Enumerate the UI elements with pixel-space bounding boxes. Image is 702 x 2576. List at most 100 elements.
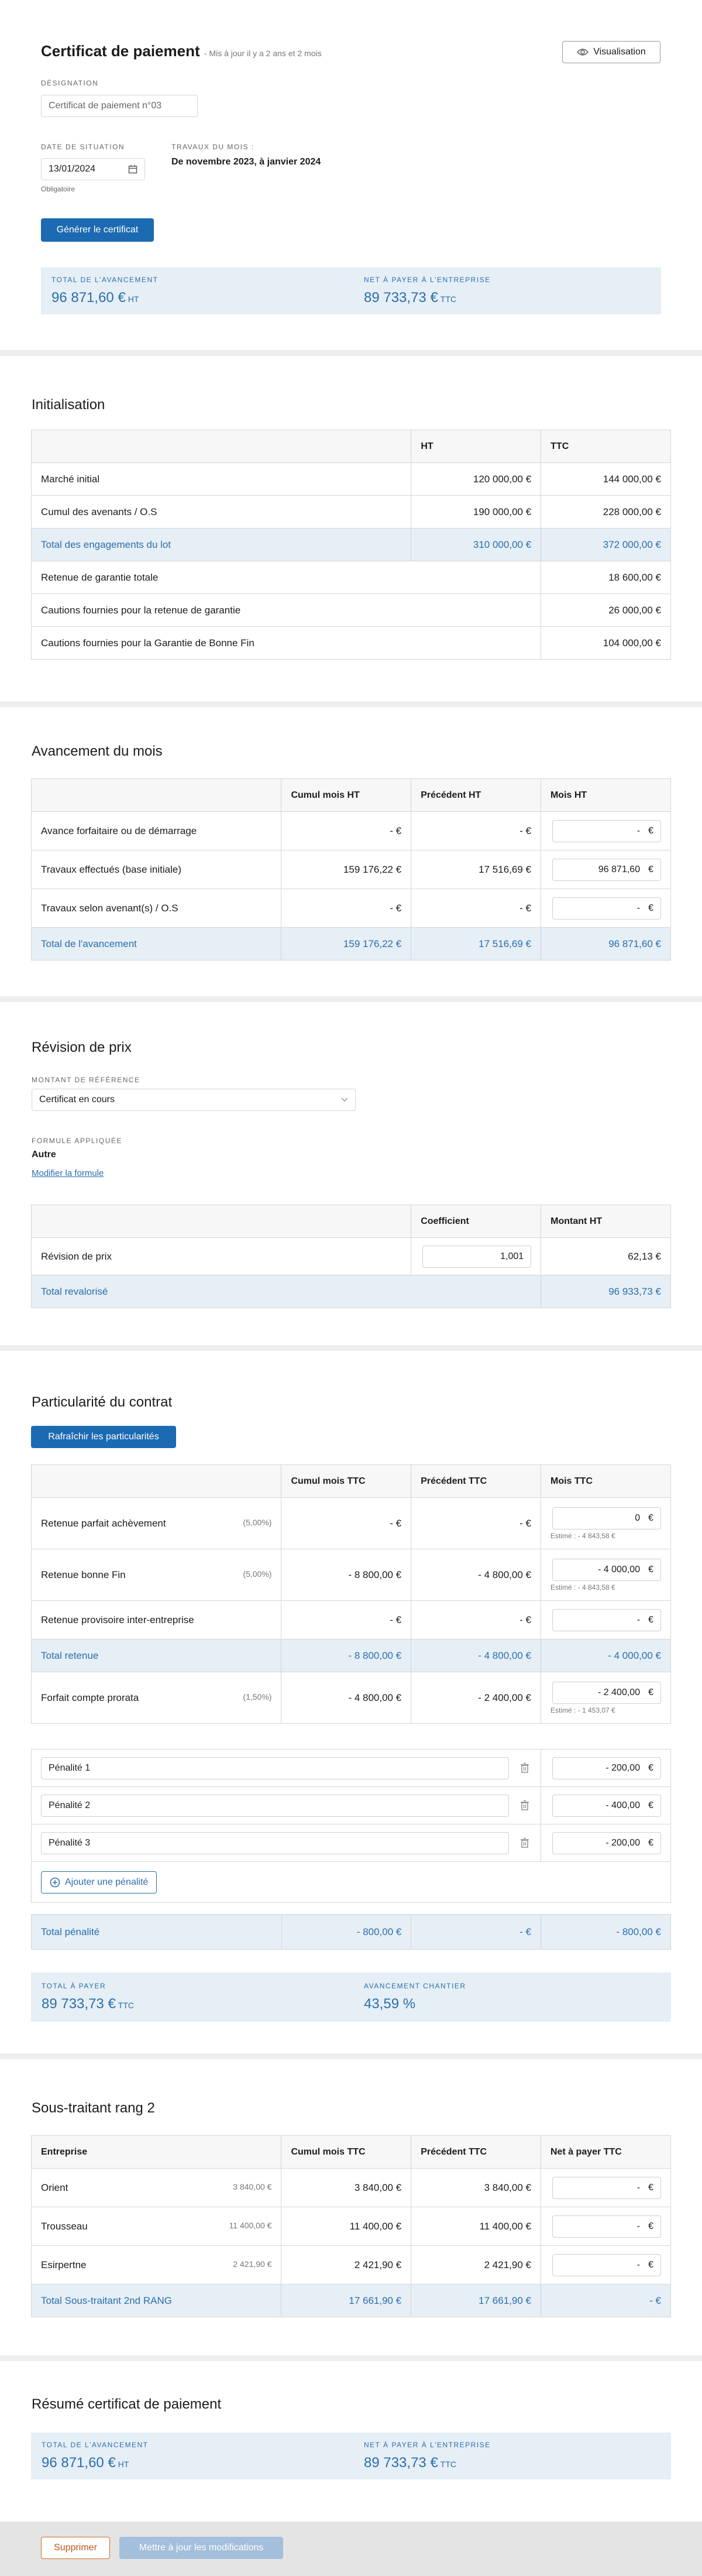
footer-bar: Supprimer Mettre à jour les modification…	[0, 2522, 702, 2576]
total-payer-value: 89 733,73 €	[42, 1996, 116, 2012]
net-payer-label: NET À PAYER À L'ENTREPRISE	[364, 276, 491, 284]
total-avancement-label: TOTAL DE L'AVANCEMENT	[51, 276, 159, 284]
trash-icon[interactable]	[520, 1762, 529, 1773]
refresh-particularites-button[interactable]: Rafraîchir les particularités	[31, 1426, 176, 1448]
section-title: Résumé certificat de paiement	[32, 2396, 222, 2412]
net-payer-input[interactable]: - €	[552, 2215, 661, 2238]
section-title: Initialisation	[32, 397, 105, 413]
initialisation-card: Initialisation HT TTC Marché initial 120…	[0, 356, 702, 701]
table-header: Cumul mois TTC Précédent TTC Mois TTC	[30, 1464, 671, 1498]
soustraitant-table: Entreprise Cumul mois TTC Précédent TTC …	[30, 2135, 672, 2317]
mois-ttc-input[interactable]: 0 €	[552, 1507, 661, 1529]
table-row: Cautions fournies pour la retenue de gar…	[30, 594, 671, 627]
travaux-value: De novembre 2023, à janvier 2024	[171, 157, 321, 167]
penalite-value-input[interactable]: - 200,00 €	[552, 1757, 661, 1779]
mois-ttc-input[interactable]: - 2 400,00 €	[552, 1681, 661, 1704]
table-row: Esirpertne 2 421,90 € 2 421,90 € 2 421,90…	[30, 2245, 672, 2285]
table-row-total: Total Sous-traitant 2nd RANG 17 661,90 €…	[30, 2284, 672, 2317]
total-avancement-label: TOTAL DE L'AVANCEMENT	[42, 2441, 149, 2449]
revision-table: Coefficient Montant HT Révision de prix …	[30, 1205, 671, 1308]
mois-ht-input[interactable]: 96 871,60 €	[552, 858, 661, 881]
page-title: Certificat de paiement - Mis à jour il y…	[41, 42, 322, 60]
penalite-row: Pénalité 1 - 200,00 €	[30, 1749, 671, 1787]
table-row-total: Total retenue - 8 800,00 € - 4 800,00 € …	[30, 1639, 671, 1672]
table-row: Trousseau 11 400,00 € 11 400,00 € 11 400,…	[30, 2207, 672, 2246]
penalite-name-input[interactable]: Pénalité 1	[41, 1757, 509, 1779]
penalite-row: Pénalité 3 - 200,00 €	[30, 1824, 671, 1862]
particularite-table: Cumul mois TTC Précédent TTC Mois TTC Re…	[30, 1464, 671, 1724]
calendar-icon[interactable]	[128, 164, 137, 174]
mois-ht-input[interactable]: - €	[552, 897, 661, 920]
table-row: Avance forfaitaire ou de démarrage - € -…	[30, 811, 672, 850]
avancement-chantier-value: 43,59 %	[364, 1996, 416, 2012]
mois-ttc-input[interactable]: - €	[552, 1608, 661, 1631]
designation-label: DÉSIGNATION	[41, 79, 99, 87]
net-payer-input[interactable]: - €	[552, 2176, 661, 2199]
add-penalite-button[interactable]: Ajouter une pénalité	[41, 1871, 157, 1894]
table-row: Retenue bonne Fin (5,00%) - 8 800,00 € - …	[30, 1549, 671, 1601]
table-row: Cautions fournies pour la Garantie de Bo…	[30, 626, 671, 660]
total-penalite-table: Total pénalité - 800,00 € - € - 800,00 €	[31, 1914, 671, 1950]
particularite-card: Particularité du contrat Rafraîchir les …	[0, 1351, 702, 2053]
table-row: Retenue provisoire inter-entreprise - € …	[30, 1600, 671, 1639]
table-row: Révision de prix 1,001 62,13 €	[30, 1237, 671, 1275]
resume-summary: TOTAL DE L'AVANCEMENT 96 871,60 € HT NET …	[31, 2433, 671, 2479]
particularite-summary: TOTAL À PAYER 89 733,73 € TTC AVANCEMENT …	[31, 1973, 671, 2022]
net-payer-label: NET À PAYER À L'ENTREPRISE	[364, 2441, 491, 2449]
section-title: Particularité du contrat	[32, 1394, 173, 1410]
resume-card: Résumé certificat de paiement TOTAL DE L…	[0, 2361, 702, 2522]
mois-ht-input[interactable]: - €	[552, 819, 661, 842]
coefficient-input[interactable]: 1,001	[422, 1245, 532, 1268]
table-row: Cumul des avenants / O.S 190 000,00 € 22…	[30, 495, 671, 529]
total-avancement-value: 96 871,60 €	[42, 2455, 116, 2471]
table-header: HT TTC	[30, 430, 671, 463]
date-input[interactable]: 13/01/2024	[41, 158, 145, 180]
date-label: DATE DE SITUATION	[41, 143, 125, 151]
table-row: Retenue de garantie totale 18 600,00 €	[30, 561, 671, 594]
formule-label: FORMULE APPLIQUÉE	[32, 1137, 122, 1145]
penalite-name-input[interactable]: Pénalité 3	[41, 1831, 509, 1854]
update-button[interactable]: Mettre à jour les modifications	[119, 2537, 283, 2559]
penalite-row: Pénalité 2 - 400,00 €	[30, 1786, 671, 1824]
table-header: Coefficient Montant HT	[30, 1205, 671, 1238]
date-required-text: Obligatoire	[41, 185, 75, 193]
add-penalite-row: Ajouter une pénalité	[31, 1861, 671, 1903]
net-payer-input[interactable]: - €	[552, 2253, 661, 2276]
trash-icon[interactable]	[520, 1800, 529, 1810]
mois-ttc-input[interactable]: - 4 000,00 €	[552, 1558, 661, 1581]
table-header: Entreprise Cumul mois TTC Précédent TTC …	[30, 2135, 672, 2169]
avancement-card: Avancement du mois Cumul mois HT Précéde…	[0, 707, 702, 996]
table-row: Forfait compte prorata (1,50%) - 4 800,00…	[30, 1672, 671, 1724]
table-row: Travaux selon avenant(s) / O.S - € - € -…	[30, 889, 672, 928]
penalite-value-input[interactable]: - 200,00 €	[552, 1831, 661, 1854]
table-row: Marché initial 120 000,00 € 144 000,00 €	[30, 462, 671, 496]
avancement-chantier-label: AVANCEMENT CHANTIER	[364, 1982, 466, 1990]
avancement-table: Cumul mois HT Précédent HT Mois HT Avanc…	[30, 778, 672, 961]
soustraitant-card: Sous-traitant rang 2 Entreprise Cumul mo…	[0, 2059, 702, 2355]
header-card: Certificat de paiement - Mis à jour il y…	[0, 0, 702, 350]
table-header: Cumul mois HT Précédent HT Mois HT	[30, 778, 672, 812]
eye-icon	[577, 49, 589, 56]
table-row-total: Total de l'avancement 159 176,22 € 17 51…	[30, 927, 672, 961]
generate-certificate-button[interactable]: Générer le certificat	[41, 218, 154, 242]
table-row: Retenue parfait achèvement (5,00%) - € - …	[30, 1497, 671, 1549]
plus-circle-icon	[50, 1877, 60, 1887]
penalite-name-input[interactable]: Pénalité 2	[41, 1794, 509, 1817]
total-payer-label: TOTAL À PAYER	[42, 1982, 106, 1990]
visualisation-button[interactable]: Visualisation	[562, 41, 660, 63]
net-payer-value: 89 733,73 €	[364, 290, 438, 306]
updated-text: - Mis à jour il y a 2 ans et 2 mois	[204, 49, 322, 58]
designation-input[interactable]: Certificat de paiement n°03	[41, 95, 198, 117]
table-row: Orient 3 840,00 € 3 840,00 € 3 840,00 € -…	[30, 2168, 672, 2207]
header-summary: TOTAL DE L'AVANCEMENT 96 871,60 € HT NET …	[41, 267, 661, 314]
chevron-down-icon	[341, 1097, 348, 1102]
ref-select[interactable]: Certificat en cours	[32, 1089, 356, 1111]
section-title: Avancement du mois	[32, 743, 163, 759]
penalite-value-input[interactable]: - 400,00 €	[552, 1794, 661, 1817]
formule-value: Autre	[32, 1150, 56, 1160]
modify-formula-link[interactable]: Modifier la formule	[32, 1168, 104, 1178]
section-title: Sous-traitant rang 2	[32, 2100, 155, 2116]
trash-icon[interactable]	[520, 1837, 529, 1848]
delete-button[interactable]: Supprimer	[41, 2537, 110, 2559]
net-payer-value: 89 733,73 €	[364, 2455, 438, 2471]
